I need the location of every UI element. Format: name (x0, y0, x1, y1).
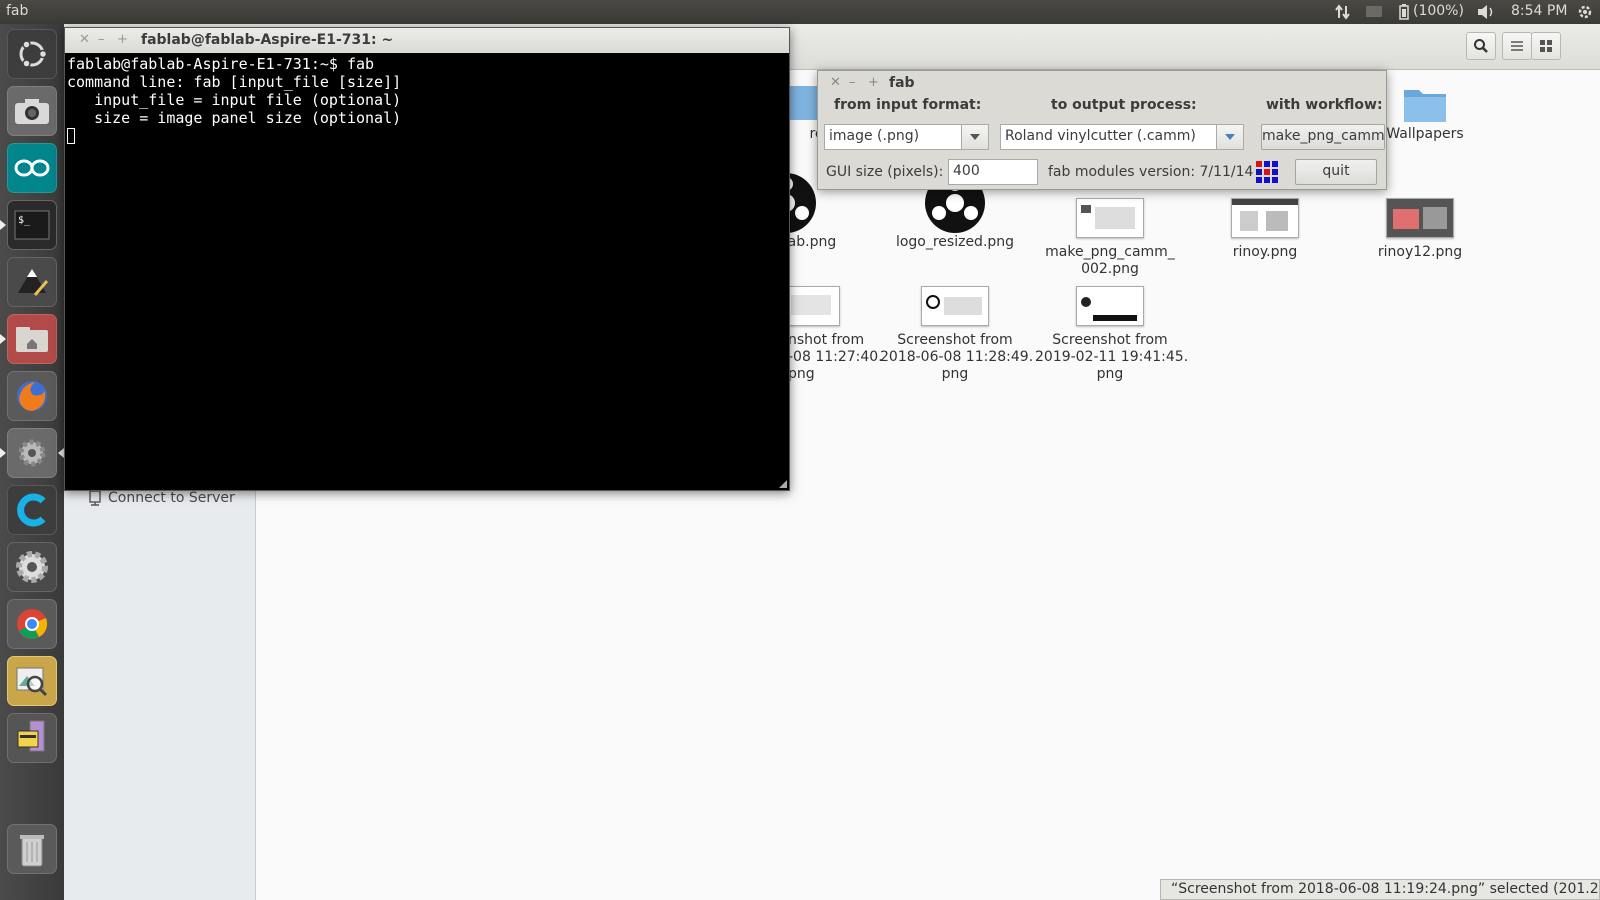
from-input-format-label: from input format: (834, 97, 982, 113)
keyboard-icon[interactable] (1365, 3, 1383, 23)
file-name: nshot from -08 11:27:40. png (788, 332, 883, 382)
gear-icon[interactable] (1576, 3, 1594, 25)
terminal-cursor (67, 128, 75, 144)
input-format-value: image (.png) (829, 128, 920, 144)
file-item[interactable]: rinoy.png (1190, 198, 1340, 261)
input-format-select[interactable]: image (.png) (824, 124, 989, 150)
file-name: make_png_camm_ 002.png (1045, 244, 1175, 277)
image-viewer-icon[interactable] (7, 656, 57, 706)
files-icon[interactable] (7, 314, 57, 364)
file-name: Screenshot from 2019-02-11 19:41:45. png (1035, 332, 1189, 382)
svg-text:$_: $_ (18, 215, 31, 226)
search-icon (1474, 39, 1488, 53)
connect-to-server[interactable]: Connect to Server (89, 490, 235, 506)
file-item[interactable]: make_png_camm_ 002.png (1035, 198, 1185, 278)
chrome-icon[interactable] (7, 599, 57, 649)
output-process-value: Roland vinylcutter (.camm) (1005, 128, 1196, 144)
minimize-icon[interactable]: – (98, 32, 105, 47)
terminal-output[interactable]: fablab@fablab-Aspire-E1-731:~$ fab comman… (65, 53, 789, 147)
list-view-icon (1511, 41, 1523, 51)
image-thumbnail (786, 286, 840, 326)
terminal-line: size = image panel size (optional) (67, 109, 402, 127)
terminal-line: fablab@fablab-Aspire-E1-731:~$ fab (67, 55, 375, 73)
minimize-icon[interactable]: – (849, 75, 856, 90)
file-name: rinoy.png (1232, 244, 1298, 260)
quit-button[interactable]: quit (1295, 159, 1377, 185)
terminal-titlebar[interactable]: ✕ – + fablab@fablab-Aspire-E1-731: ~ (65, 28, 789, 53)
grid-view-button[interactable] (1531, 32, 1561, 60)
launcher: $_ (0, 24, 65, 900)
image-thumbnail (1076, 198, 1144, 238)
camera-icon[interactable] (7, 86, 57, 136)
list-view-button[interactable] (1502, 32, 1532, 60)
terminal-line: input_file = input file (optional) (67, 91, 402, 109)
inkscape-icon[interactable] (7, 257, 57, 307)
search-button[interactable] (1466, 32, 1496, 60)
running-indicator (0, 334, 6, 344)
terminal-icon[interactable]: $_ (7, 200, 57, 250)
arduino-icon[interactable] (7, 143, 57, 193)
system-settings-icon[interactable] (7, 428, 57, 478)
gui-size-input[interactable]: 400 (948, 159, 1038, 185)
fab-dialog[interactable]: ✕ – + fab from input format: to output p… (817, 70, 1387, 190)
connect-to-server-label: Connect to Server (108, 490, 235, 506)
fab-version-label: fab modules version: 7/11/14 (1048, 164, 1254, 180)
battery-icon[interactable] (1398, 3, 1410, 25)
to-output-process-label: to output process: (1051, 97, 1197, 113)
file-name: logo_resized.png (895, 234, 1015, 250)
maximize-icon[interactable]: + (117, 32, 128, 47)
gui-size-label: GUI size (pixels): (826, 164, 944, 180)
chevron-down-icon[interactable] (961, 125, 988, 149)
fab-titlebar[interactable]: ✕ – + fab (818, 71, 1386, 95)
top-panel: fab (100%) 8:54 PM (0, 0, 1600, 24)
file-name: rinoy12.png (1377, 244, 1463, 260)
close-icon[interactable]: ✕ (79, 32, 90, 47)
close-icon[interactable]: ✕ (830, 75, 841, 90)
file-item[interactable]: rinoy12.png (1345, 198, 1495, 261)
trash-icon[interactable] (7, 824, 57, 874)
terminal-title: fablab@fablab-Aspire-E1-731: ~ (141, 32, 394, 48)
maximize-icon[interactable]: + (868, 75, 879, 90)
resize-grip-icon[interactable] (779, 480, 787, 488)
battery-percent[interactable]: (100%) (1413, 3, 1464, 19)
file-name: Screenshot from 2018-06-08 11:28:49. png (880, 332, 1034, 382)
terminal-line: command line: fab [input_file [size]] (67, 73, 402, 91)
volume-icon[interactable] (1476, 3, 1496, 25)
clock[interactable]: 8:54 PM (1511, 3, 1567, 19)
scanner-icon[interactable] (7, 713, 57, 763)
terminal-window[interactable]: ✕ – + fablab@fablab-Aspire-E1-731: ~ fab… (64, 27, 790, 491)
image-thumbnail (921, 286, 989, 326)
grid-view-icon (1540, 40, 1552, 52)
network-icon[interactable] (1334, 3, 1352, 25)
image-thumbnail (1231, 198, 1299, 238)
cura-icon[interactable] (7, 485, 57, 535)
server-icon (89, 490, 101, 506)
image-thumbnail (1076, 286, 1144, 326)
status-bar: “Screenshot from 2018-06-08 11:19:24.png… (1160, 879, 1600, 900)
output-process-select[interactable]: Roland vinylcutter (.camm) (1000, 124, 1244, 150)
fab-modules-logo-icon (1256, 161, 1278, 183)
chevron-down-icon[interactable] (1216, 125, 1243, 149)
image-thumbnail (1386, 198, 1454, 238)
running-indicator (0, 220, 6, 230)
running-indicator (0, 448, 6, 458)
folder-icon (1404, 90, 1446, 122)
file-item[interactable]: Screenshot from 2019-02-11 19:41:45. png (1035, 286, 1189, 383)
settings-icon[interactable] (7, 542, 57, 592)
file-item[interactable]: Screenshot from 2018-06-08 11:28:49. png (880, 286, 1034, 383)
active-app-name: fab (6, 3, 29, 19)
fab-title: fab (889, 75, 915, 91)
firefox-icon[interactable] (7, 371, 57, 421)
ubuntu-dash-icon[interactable] (7, 29, 57, 79)
workflow-button[interactable]: make_png_camm (1261, 124, 1385, 150)
with-workflow-label: with workflow: (1266, 97, 1383, 113)
